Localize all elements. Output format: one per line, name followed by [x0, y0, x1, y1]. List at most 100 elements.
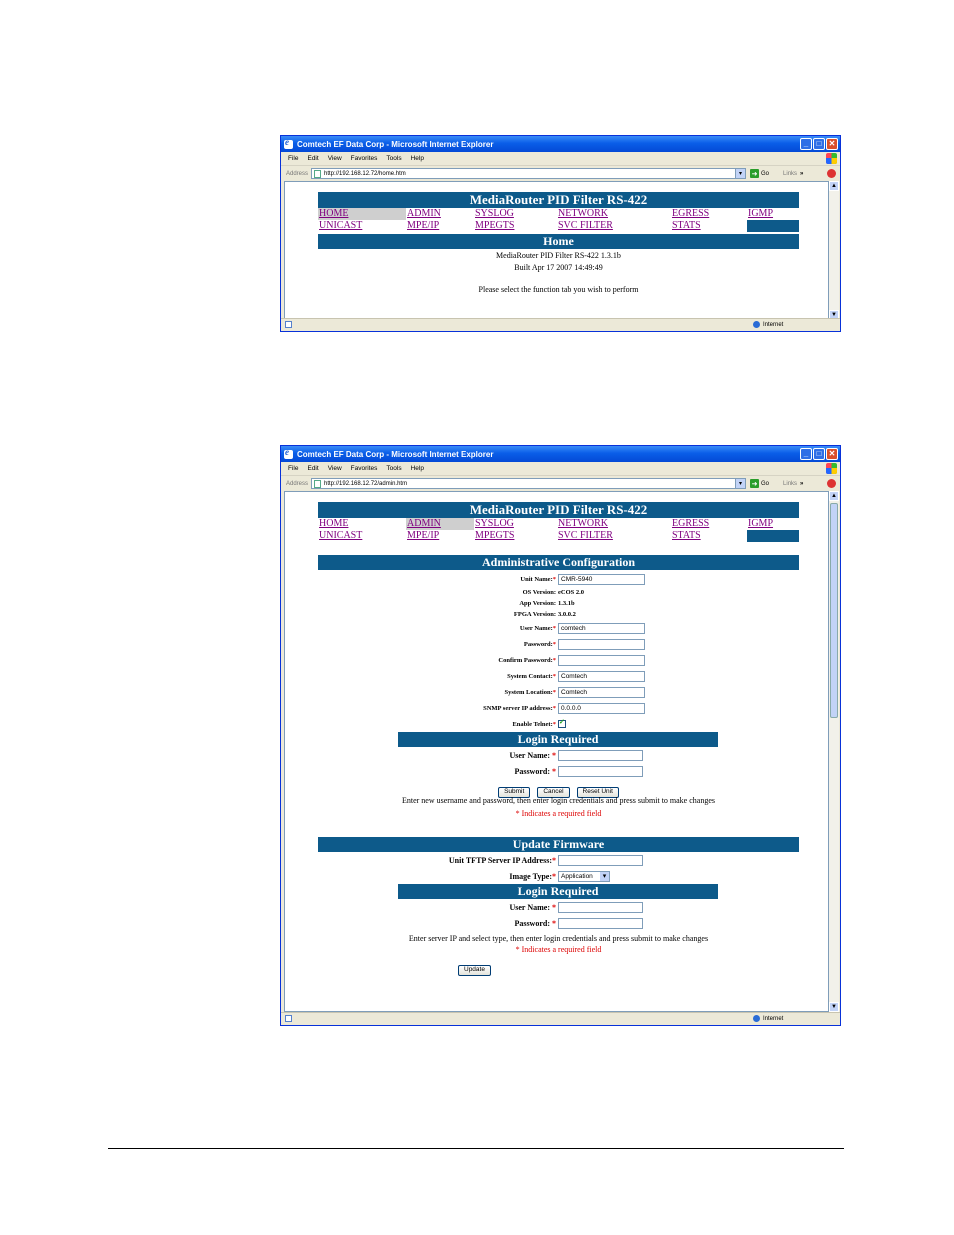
os-version-label: OS Version:: [522, 589, 556, 596]
fpga-version-label: FPGA Version:: [513, 611, 556, 618]
close-button[interactable]: ✕: [826, 448, 838, 460]
footer-rule: [108, 1148, 844, 1149]
password-label: Password:: [523, 640, 553, 648]
windows-logo-icon: [826, 463, 837, 474]
vertical-scrollbar[interactable]: ▲ ▼: [829, 181, 839, 320]
toolbar-extension-icon[interactable]: [827, 169, 836, 178]
required-marker: *: [552, 672, 556, 680]
required-note-2: * Indicates a required field: [515, 945, 602, 954]
required-marker: *: [552, 575, 556, 583]
app-version-row: App Version: 1.3.1b: [318, 598, 799, 609]
menu-favorites[interactable]: Favorites: [351, 155, 378, 162]
snmp-ip-input[interactable]: 0.0.0.0: [558, 702, 645, 714]
nav-mpe-ip[interactable]: MPE/IP: [407, 530, 439, 541]
admin-note: Enter new username and password, then en…: [401, 796, 715, 805]
confirm-password-input[interactable]: [558, 654, 645, 666]
user-name-input[interactable]: comtech: [558, 622, 645, 634]
nav-admin[interactable]: ADMIN: [407, 208, 441, 219]
telnet-label: Enable Telnet:: [512, 720, 553, 728]
status-bar: Internet: [281, 1012, 840, 1025]
links-chevron-icon[interactable]: »: [800, 171, 803, 177]
scroll-up-icon[interactable]: ▲: [829, 491, 839, 501]
links-label[interactable]: Links: [783, 171, 797, 177]
page-status-icon: [285, 1015, 292, 1022]
login-required-title: Login Required: [398, 732, 718, 747]
nav-svc-filter[interactable]: SVC FILTER: [558, 530, 613, 541]
nav-egress[interactable]: EGRESS: [672, 208, 709, 219]
minimize-button[interactable]: _: [800, 448, 812, 460]
password-input[interactable]: [558, 638, 645, 650]
image-type-select[interactable]: Application: [558, 870, 610, 882]
nav-mpegts[interactable]: MPEGTS: [475, 530, 514, 541]
scroll-up-icon[interactable]: ▲: [829, 181, 839, 191]
nav-home[interactable]: HOME: [319, 518, 348, 529]
menu-help[interactable]: Help: [411, 465, 424, 472]
menu-file[interactable]: File: [288, 465, 298, 472]
go-button[interactable]: ➜ Go: [750, 479, 769, 488]
fw-login-user-label: User Name:: [509, 902, 550, 912]
scroll-thumb[interactable]: [830, 503, 838, 718]
menu-favorites[interactable]: Favorites: [351, 465, 378, 472]
update-row: Update: [318, 958, 799, 976]
nav-mpegts[interactable]: MPEGTS: [475, 220, 514, 231]
title-bar[interactable]: Comtech EF Data Corp - Microsoft Interne…: [281, 446, 840, 462]
system-contact-row: System Contact:* Comtech: [318, 668, 799, 684]
login-password-input[interactable]: [558, 765, 643, 777]
nav-unicast[interactable]: UNICAST: [319, 530, 362, 541]
maximize-button[interactable]: □: [813, 448, 825, 460]
scroll-down-icon[interactable]: ▼: [829, 1002, 839, 1012]
nav-igmp[interactable]: IGMP: [748, 518, 773, 529]
menu-help[interactable]: Help: [411, 155, 424, 162]
fw-login-user-input[interactable]: [558, 901, 643, 913]
nav-syslog[interactable]: SYSLOG: [475, 518, 514, 529]
system-location-input[interactable]: Comtech: [558, 686, 645, 698]
update-button[interactable]: Update: [458, 965, 491, 976]
unit-name-input[interactable]: CMR-5940: [558, 573, 645, 585]
menu-view[interactable]: View: [328, 155, 342, 162]
nav-unicast[interactable]: UNICAST: [319, 220, 362, 231]
minimize-button[interactable]: _: [800, 138, 812, 150]
confirm-password-row: Confirm Password:*: [318, 652, 799, 668]
nav-stats[interactable]: STATS: [672, 530, 701, 541]
maximize-button[interactable]: □: [813, 138, 825, 150]
chevron-down-icon[interactable]: ▾: [735, 169, 746, 178]
nav-igmp[interactable]: IGMP: [748, 208, 773, 219]
title-bar[interactable]: Comtech EF Data Corp - Microsoft Interne…: [281, 136, 840, 152]
nav-home[interactable]: HOME: [319, 208, 348, 219]
required-note: * Indicates a required field: [515, 809, 602, 818]
menu-tools[interactable]: Tools: [386, 465, 401, 472]
menu-view[interactable]: View: [328, 465, 342, 472]
close-button[interactable]: ✕: [826, 138, 838, 150]
vertical-scrollbar[interactable]: ▲ ▼: [829, 491, 839, 1012]
menu-edit[interactable]: Edit: [307, 465, 318, 472]
links-chevron-icon[interactable]: »: [800, 481, 803, 487]
nav-empty-cell: [747, 530, 799, 542]
nav-network[interactable]: NETWORK: [558, 208, 608, 219]
nav-admin[interactable]: ADMIN: [407, 518, 441, 529]
menu-edit[interactable]: Edit: [307, 155, 318, 162]
nav-stats[interactable]: STATS: [672, 220, 701, 231]
nav-egress[interactable]: EGRESS: [672, 518, 709, 529]
fw-login-password-input[interactable]: [558, 917, 643, 929]
nav-syslog[interactable]: SYSLOG: [475, 208, 514, 219]
address-bar: Address http://192.168.12.72/admin.htm ▾…: [281, 476, 840, 491]
page-status-icon: [285, 321, 292, 328]
nav-mpe-ip[interactable]: MPE/IP: [407, 220, 439, 231]
address-input[interactable]: http://192.168.12.72/admin.htm ▾: [311, 478, 747, 489]
address-label: Address: [286, 170, 309, 177]
system-contact-input[interactable]: Comtech: [558, 670, 645, 682]
enable-telnet-checkbox[interactable]: [558, 718, 566, 728]
tftp-ip-input[interactable]: [558, 854, 643, 866]
nav-svc-filter[interactable]: SVC FILTER: [558, 220, 613, 231]
login-user-input[interactable]: [558, 749, 643, 761]
address-input[interactable]: http://192.168.12.72/home.htm ▾: [311, 168, 747, 179]
menu-tools[interactable]: Tools: [386, 155, 401, 162]
go-button[interactable]: ➜ Go: [750, 169, 769, 178]
chevron-down-icon[interactable]: ▾: [735, 479, 746, 488]
nav-network[interactable]: NETWORK: [558, 518, 608, 529]
globe-icon: [753, 1015, 760, 1022]
toolbar-extension-icon[interactable]: [827, 479, 836, 488]
status-bar: Internet: [281, 318, 840, 331]
menu-file[interactable]: File: [288, 155, 298, 162]
links-label[interactable]: Links: [783, 481, 797, 487]
